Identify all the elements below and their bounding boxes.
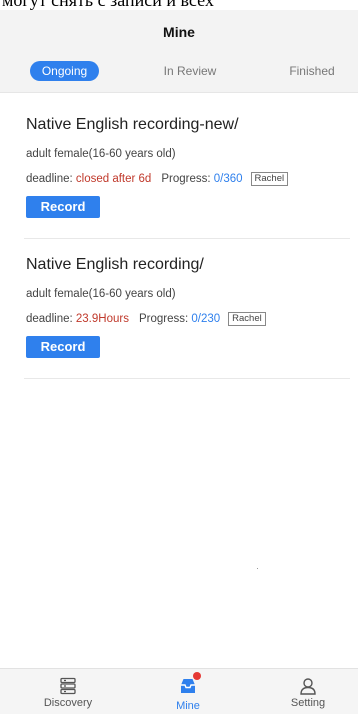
- bottom-nav: Discovery Mine Setting: [0, 668, 358, 714]
- task-subtitle: adult female(16-60 years old): [26, 288, 176, 300]
- progress-value: 0/230: [191, 313, 221, 325]
- page-title: Mine: [163, 24, 195, 40]
- deadline-value: closed after 6d: [75, 173, 152, 185]
- deadline-label: deadline:: [26, 313, 73, 325]
- list-icon: [58, 676, 78, 696]
- task-card[interactable]: Native English recording/ adult female(1…: [24, 240, 350, 379]
- user-icon: [298, 676, 318, 696]
- top-cut-text-label: могут снять с записи и всех: [2, 0, 214, 10]
- deadline-value: 23.9Hours: [75, 313, 129, 325]
- nav-label-setting: Setting: [290, 697, 326, 709]
- task-title: Native English recording/: [26, 256, 204, 273]
- tab-in-review[interactable]: In Review: [150, 61, 230, 81]
- record-button[interactable]: Record: [26, 336, 100, 358]
- nav-label-mine: Mine: [176, 700, 200, 712]
- nav-item-discovery[interactable]: Discovery: [28, 669, 108, 714]
- assignee-tag: Rachel: [228, 312, 266, 326]
- stray-dot: [257, 568, 258, 569]
- notification-badge: [193, 672, 201, 680]
- progress-group: Progress: 0/360: [161, 173, 242, 185]
- nav-label-discovery: Discovery: [43, 697, 93, 709]
- progress-group: Progress: 0/230: [139, 313, 220, 325]
- task-subtitle: adult female(16-60 years old): [26, 148, 176, 160]
- tab-finished[interactable]: Finished: [282, 61, 342, 81]
- nav-item-mine[interactable]: Mine: [148, 669, 228, 714]
- progress-label: Progress:: [161, 173, 211, 185]
- task-meta: deadline: 23.9Hours Progress: 0/230 Rach…: [26, 312, 266, 326]
- tab-ongoing[interactable]: Ongoing: [30, 61, 99, 81]
- task-meta: deadline: closed after 6d Progress: 0/36…: [26, 172, 289, 186]
- nav-item-setting[interactable]: Setting: [268, 669, 348, 714]
- progress-value: 0/360: [213, 173, 243, 185]
- task-card[interactable]: Native English recording-new/ adult fema…: [24, 100, 350, 239]
- assignee-tag: Rachel: [250, 172, 289, 186]
- top-cut-text: могут снять с записи и всех: [0, 0, 358, 10]
- progress-label: Progress:: [138, 313, 189, 325]
- status-tabs: Ongoing In Review Finished: [0, 50, 358, 93]
- app-header: Mine: [0, 10, 358, 50]
- task-title: Native English recording-new/: [26, 116, 239, 133]
- record-button[interactable]: Record: [26, 196, 100, 218]
- deadline-label: deadline:: [26, 173, 73, 185]
